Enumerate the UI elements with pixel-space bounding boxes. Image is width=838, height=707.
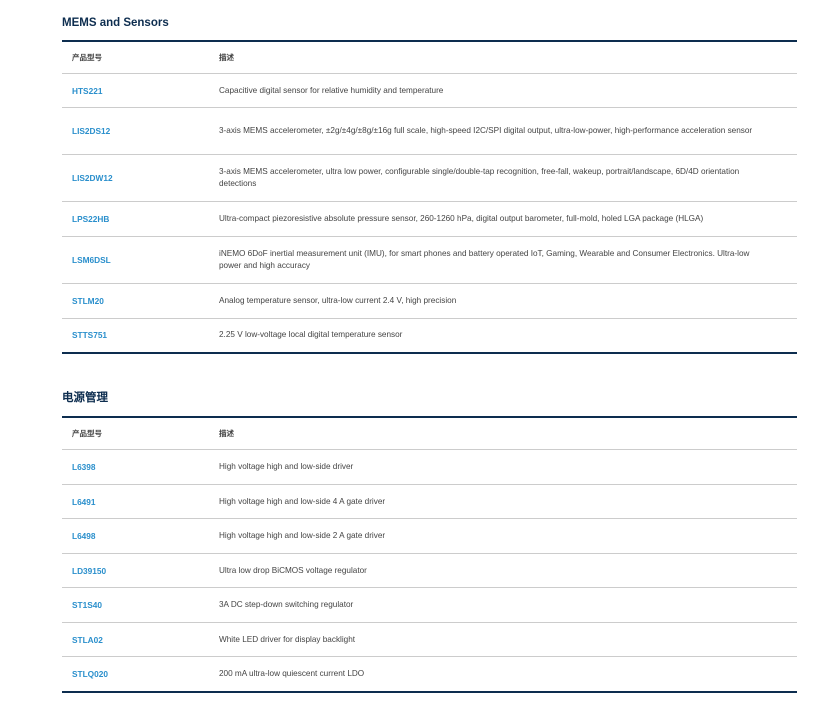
table-row: ST1S40 3A DC step-down switching regulat… [62,587,797,623]
table-row: STLM20 Analog temperature sensor, ultra-… [62,283,797,319]
table-row: L6498 High voltage high and low-side 2 A… [62,518,797,554]
product-description: 2.25 V low-voltage local digital tempera… [210,318,797,354]
table-row: L6398 High voltage high and low-side dri… [62,449,797,485]
table-row: LIS2DW12 3-axis MEMS accelerometer, ultr… [62,154,797,202]
table-header-row: 产品型号 描述 [62,41,797,74]
table-row: STLQ020 200 mA ultra-low quiescent curre… [62,656,797,693]
table-row: LD39150 Ultra low drop BiCMOS voltage re… [62,553,797,588]
part-number-link[interactable]: ST1S40 [62,587,210,623]
product-description: Ultra low drop BiCMOS voltage regulator [210,553,797,588]
column-header-part-number: 产品型号 [62,417,210,450]
product-description: High voltage high and low-side 2 A gate … [210,518,797,554]
column-header-description: 描述 [210,417,797,450]
product-description: 200 mA ultra-low quiescent current LDO [210,656,797,693]
column-header-part-number: 产品型号 [62,41,210,74]
part-number-link[interactable]: LPS22HB [62,201,210,237]
part-number-link[interactable]: LIS2DW12 [62,154,210,202]
part-number-link[interactable]: STTS751 [62,318,210,354]
part-number-link[interactable]: L6398 [62,449,210,485]
table-row: LSM6DSL iNEMO 6DoF inertial measurement … [62,236,797,284]
table-row: STLA02 White LED driver for display back… [62,622,797,657]
section-title: MEMS and Sensors [62,17,169,29]
table-header-row: 产品型号 描述 [62,417,797,450]
product-description: 3A DC step-down switching regulator [210,587,797,623]
table-row: STTS751 2.25 V low-voltage local digital… [62,318,797,354]
part-number-link[interactable]: LD39150 [62,553,210,588]
table-row: HTS221 Capacitive digital sensor for rel… [62,73,797,108]
product-description: Capacitive digital sensor for relative h… [210,73,797,108]
part-number-link[interactable]: HTS221 [62,73,210,108]
product-description: Ultra-compact piezoresistive absolute pr… [210,201,797,237]
table-row: L6491 High voltage high and low-side 4 A… [62,484,797,519]
table-row: LIS2DS12 3-axis MEMS accelerometer, ±2g/… [62,107,797,155]
section-title: 电源管理 [62,392,108,404]
table-row: LPS22HB Ultra-compact piezoresistive abs… [62,201,797,237]
product-description: iNEMO 6DoF inertial measurement unit (IM… [210,236,797,284]
product-description: High voltage high and low-side driver [210,449,797,485]
part-number-link[interactable]: STLM20 [62,283,210,319]
product-description: 3-axis MEMS accelerometer, ±2g/±4g/±8g/±… [210,107,797,155]
column-header-description: 描述 [210,41,797,74]
part-number-link[interactable]: LSM6DSL [62,236,210,284]
product-description: 3-axis MEMS accelerometer, ultra low pow… [210,154,797,202]
part-number-link[interactable]: L6491 [62,484,210,519]
part-number-link[interactable]: L6498 [62,518,210,554]
product-description: High voltage high and low-side 4 A gate … [210,484,797,519]
product-description: Analog temperature sensor, ultra-low cur… [210,283,797,319]
part-number-link[interactable]: STLA02 [62,622,210,657]
part-number-link[interactable]: STLQ020 [62,656,210,693]
product-description: White LED driver for display backlight [210,622,797,657]
power-products-table: 产品型号 描述 L6398 High voltage high and low-… [62,416,797,693]
part-number-link[interactable]: LIS2DS12 [62,107,210,155]
mems-products-table: 产品型号 描述 HTS221 Capacitive digital sensor… [62,40,797,354]
power-management-section: 电源管理 产品型号 描述 L6398 High voltage high and… [62,389,797,693]
mems-sensors-section: MEMS and Sensors 产品型号 描述 HTS221 Capaciti… [62,14,797,354]
